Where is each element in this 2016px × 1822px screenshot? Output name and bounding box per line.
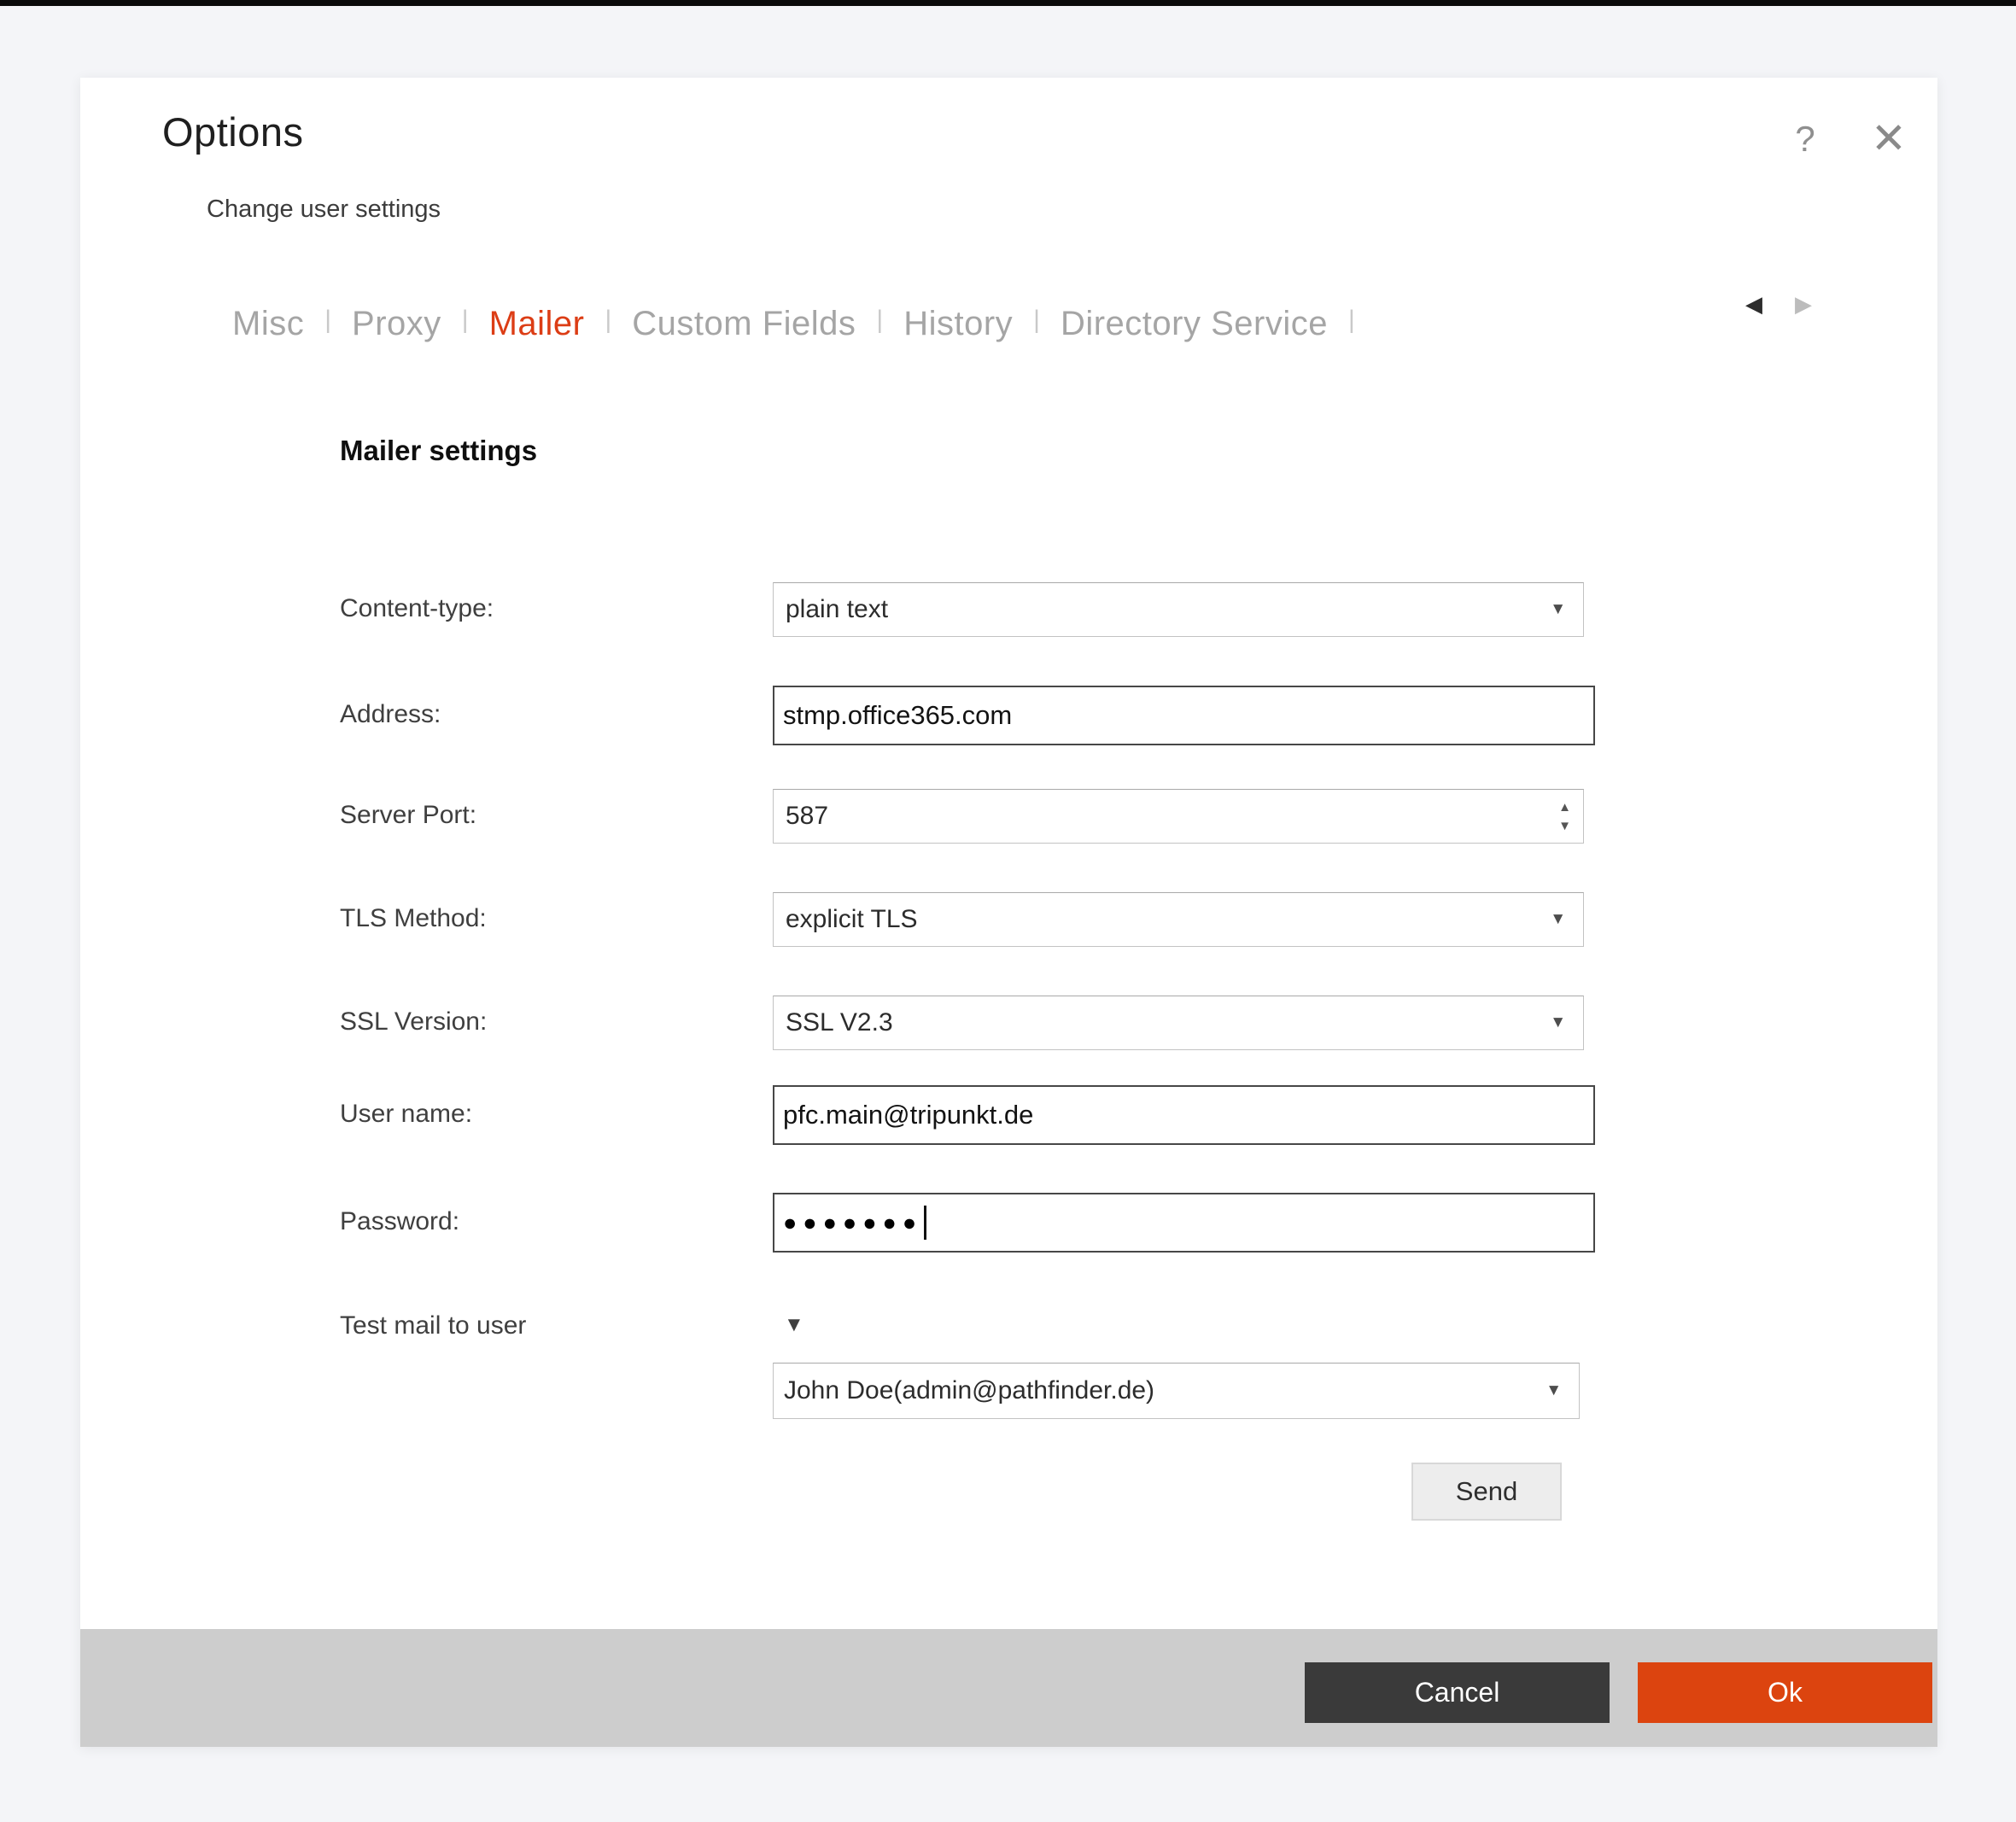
tab-mailer[interactable]: Mailer <box>489 305 585 343</box>
tab-custom-fields[interactable]: Custom Fields <box>632 305 856 343</box>
tab-separator: | <box>1348 306 1355 335</box>
tab-separator: | <box>324 306 331 335</box>
tab-scroll-right-icon[interactable]: ▶ <box>1795 291 1812 318</box>
user-name-input[interactable] <box>773 1085 1595 1145</box>
tab-proxy[interactable]: Proxy <box>352 305 441 343</box>
chevron-down-icon: ▼ <box>1546 1381 1562 1400</box>
tab-separator: | <box>876 306 883 335</box>
tab-directory-service[interactable]: Directory Service <box>1061 305 1328 343</box>
ok-button[interactable]: Ok <box>1638 1662 1932 1723</box>
spin-down-icon[interactable]: ▼ <box>1558 820 1571 832</box>
send-button[interactable]: Send <box>1411 1463 1562 1521</box>
tab-separator: | <box>605 306 611 335</box>
ssl-version-label: SSL Version: <box>340 1007 487 1037</box>
tab-scroll-left-icon[interactable]: ◀ <box>1745 291 1762 318</box>
password-input[interactable]: ●●●●●●● <box>773 1193 1595 1253</box>
server-port-label: Server Port: <box>340 801 476 830</box>
user-name-label: User name: <box>340 1100 472 1129</box>
tls-method-value: explicit TLS <box>786 905 918 934</box>
tab-separator: | <box>462 306 469 335</box>
tls-method-select[interactable]: explicit TLS ▼ <box>773 892 1584 947</box>
footer-bar: Cancel Ok <box>80 1629 1937 1747</box>
help-icon[interactable]: ? <box>1784 119 1826 166</box>
ssl-version-select[interactable]: SSL V2.3 ▼ <box>773 996 1584 1050</box>
server-port-stepper[interactable]: 587 ▲ ▼ <box>773 789 1584 844</box>
page-background: { "window": { "title": "Options", "subti… <box>0 0 2016 1822</box>
page-subtitle: Change user settings <box>207 196 441 224</box>
tls-method-label: TLS Method: <box>340 904 487 933</box>
tab-separator: | <box>1033 306 1040 335</box>
spin-up-icon[interactable]: ▲ <box>1558 801 1571 814</box>
server-port-value: 587 <box>786 802 1558 831</box>
window-top-edge <box>0 0 2016 6</box>
text-caret <box>924 1206 926 1240</box>
tab-misc[interactable]: Misc <box>232 305 304 343</box>
address-label: Address: <box>340 700 441 729</box>
tab-history[interactable]: History <box>903 305 1013 343</box>
content-type-value: plain text <box>786 595 888 624</box>
content-type-label: Content-type: <box>340 594 494 623</box>
password-masked-value: ●●●●●●● <box>783 1210 922 1236</box>
close-icon[interactable]: ✕ <box>1863 114 1914 165</box>
chevron-down-icon: ▼ <box>1550 1013 1566 1032</box>
test-mail-recipient-select[interactable]: John Doe(admin@pathfinder.de) ▼ <box>773 1363 1580 1419</box>
password-label: Password: <box>340 1207 459 1236</box>
section-heading: Mailer settings <box>340 435 537 467</box>
page-title: Options <box>162 108 303 155</box>
ssl-version-value: SSL V2.3 <box>786 1008 893 1037</box>
chevron-down-icon: ▼ <box>1550 600 1566 619</box>
address-input[interactable] <box>773 686 1595 745</box>
test-mail-expander-icon[interactable]: ▼ <box>784 1313 804 1337</box>
options-dialog: Options Change user settings ? ✕ Misc | … <box>80 78 1937 1747</box>
tab-bar: Misc | Proxy | Mailer | Custom Fields | … <box>232 298 1376 349</box>
test-mail-label: Test mail to user <box>340 1311 526 1340</box>
cancel-button[interactable]: Cancel <box>1305 1662 1610 1723</box>
chevron-down-icon: ▼ <box>1550 910 1566 929</box>
content-type-select[interactable]: plain text ▼ <box>773 582 1584 637</box>
test-mail-recipient-value: John Doe(admin@pathfinder.de) <box>784 1376 1154 1405</box>
